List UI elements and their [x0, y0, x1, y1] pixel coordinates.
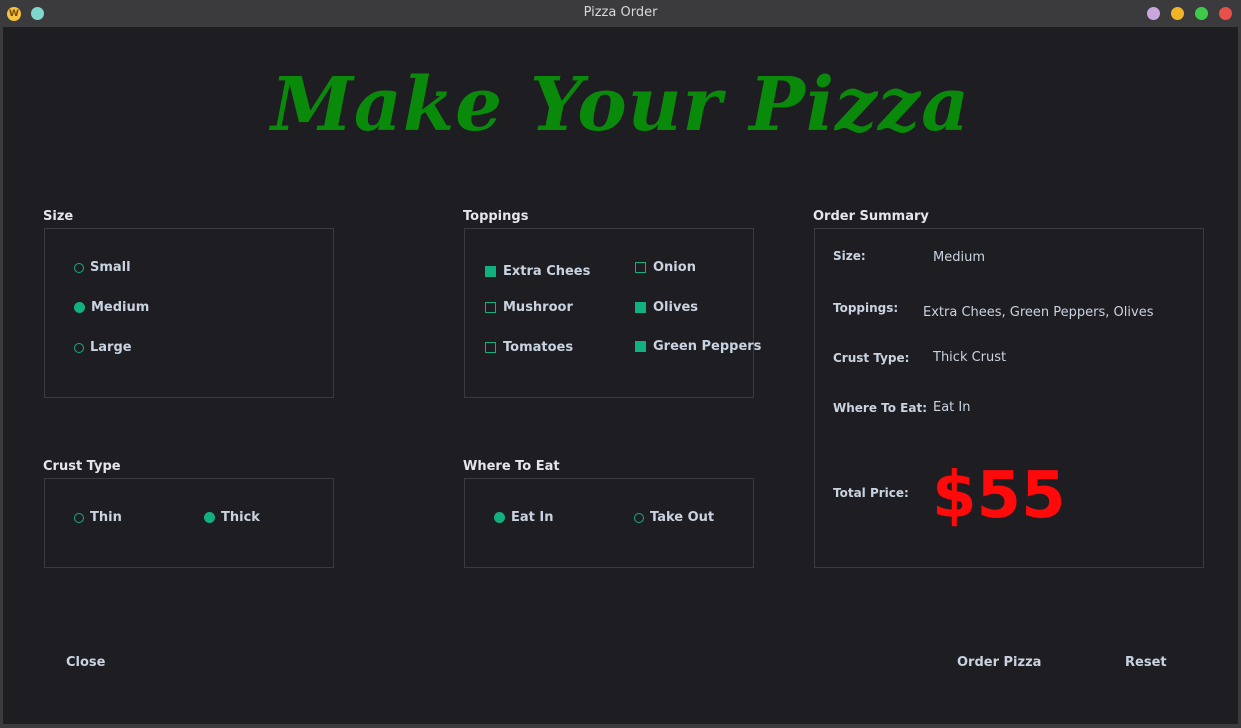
topping-label: Tomatoes [503, 340, 574, 355]
size-option-label: Large [90, 340, 132, 355]
order-pizza-button[interactable]: Order Pizza [957, 655, 1041, 670]
radio-unselected-icon[interactable] [634, 512, 644, 523]
topping-green-peppers[interactable]: Green Peppers [635, 339, 761, 354]
summary-group-label: Order Summary [813, 209, 929, 224]
app-window: W Pizza Order Make Your Pizza Size Small… [0, 0, 1241, 728]
size-option-medium[interactable]: Medium [74, 300, 149, 315]
crust-option-thick[interactable]: Thick [204, 510, 260, 525]
summary-toppings-label: Toppings: [833, 301, 899, 315]
summary-size-value: Medium [933, 250, 985, 265]
close-window-button[interactable] [1219, 7, 1232, 20]
summary-toppings-value: Extra Chees, Green Peppers, Olives [923, 305, 1154, 320]
radio-unselected-icon[interactable] [74, 512, 84, 523]
topping-onion[interactable]: Onion [635, 260, 696, 275]
window-frame-bottom [0, 724, 1241, 728]
reset-button[interactable]: Reset [1125, 655, 1167, 670]
size-group-label: Size [43, 209, 74, 224]
size-option-label: Medium [91, 300, 150, 315]
where-option-take-out[interactable]: Take Out [634, 510, 714, 525]
total-price-value: $55 [932, 459, 1066, 533]
checkbox-unchecked-icon[interactable] [485, 302, 496, 313]
radio-selected-icon[interactable] [204, 512, 215, 523]
size-option-label: Small [90, 260, 131, 275]
summary-where-label: Where To Eat: [833, 401, 927, 415]
radio-selected-icon[interactable] [494, 512, 505, 523]
window-title: Pizza Order [583, 5, 658, 20]
checkbox-checked-icon[interactable] [635, 341, 646, 352]
crust-option-label: Thin [90, 510, 122, 525]
topping-mushroom[interactable]: Mushroor [485, 300, 573, 315]
checkbox-unchecked-icon[interactable] [635, 262, 646, 273]
where-option-label: Eat In [511, 510, 554, 525]
size-option-large[interactable]: Large [74, 340, 132, 355]
summary-total-label: Total Price: [833, 486, 909, 500]
radio-unselected-icon[interactable] [74, 342, 84, 353]
checkbox-checked-icon[interactable] [485, 266, 496, 277]
crust-option-label: Thick [221, 510, 260, 525]
title-bar[interactable]: W Pizza Order [0, 0, 1241, 27]
topping-label: Extra Chees [503, 264, 591, 279]
crust-group-label: Crust Type [43, 459, 121, 474]
topping-label: Onion [653, 260, 696, 275]
topping-extra-cheese[interactable]: Extra Chees [485, 264, 590, 279]
checkbox-unchecked-icon[interactable] [485, 342, 496, 353]
summary-where-value: Eat In [933, 400, 971, 415]
topping-label: Olives [653, 300, 698, 315]
summary-crust-value: Thick Crust [933, 350, 1007, 365]
restore-button[interactable] [1195, 7, 1208, 20]
where-option-label: Take Out [650, 510, 715, 525]
close-button[interactable]: Close [66, 655, 105, 670]
where-group-label: Where To Eat [463, 459, 560, 474]
where-option-eat-in[interactable]: Eat In [494, 510, 554, 525]
summary-crust-label: Crust Type: [833, 351, 910, 365]
maximize-button[interactable] [1171, 7, 1184, 20]
radio-selected-icon[interactable] [74, 302, 85, 313]
crust-option-thin[interactable]: Thin [74, 510, 122, 525]
radio-unselected-icon[interactable] [74, 262, 84, 273]
topping-tomatoes[interactable]: Tomatoes [485, 340, 573, 355]
minimize-button[interactable] [1147, 7, 1160, 20]
page-heading: Make Your Pizza [270, 62, 971, 148]
size-option-small[interactable]: Small [74, 260, 131, 275]
summary-size-label: Size: [833, 249, 866, 263]
topping-olives[interactable]: Olives [635, 300, 698, 315]
topping-label: Mushroor [503, 300, 573, 315]
topping-label: Green Peppers [653, 339, 762, 354]
checkbox-checked-icon[interactable] [635, 302, 646, 313]
toppings-group-label: Toppings [463, 209, 529, 224]
